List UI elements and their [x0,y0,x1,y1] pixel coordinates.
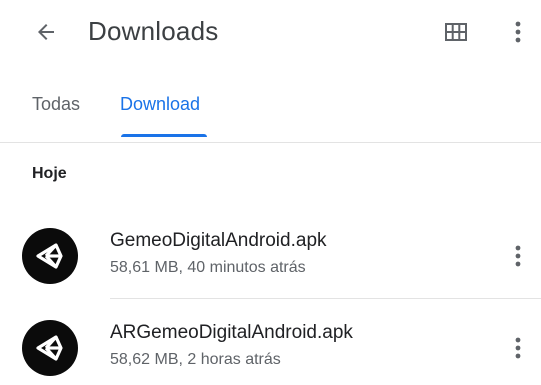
file-name: GemeoDigitalAndroid.apk [110,230,327,251]
grid-view-icon [445,23,467,41]
list-divider [110,298,541,299]
tab-todas[interactable]: Todas [32,92,80,116]
section-header-today: Hoje [32,165,67,182]
more-options-button[interactable] [506,14,530,50]
more-vert-icon [515,21,521,43]
downloads-screen: Downloads Todas Download Hoje GemeoDigit… [0,0,541,385]
more-vert-icon [515,245,521,267]
file-meta: 58,61 MB, 40 minutos atrás [110,259,306,276]
top-app-bar: Downloads [0,0,541,64]
item-more-button[interactable] [506,238,530,274]
item-more-button[interactable] [506,330,530,366]
unity-logo-icon [36,243,63,269]
back-button[interactable] [28,14,64,50]
file-icon [22,228,78,284]
file-icon [22,320,78,376]
unity-logo-icon [36,335,63,361]
arrow-back-icon [38,24,54,40]
tab-download[interactable]: Download [120,92,200,116]
page-title: Downloads [88,16,219,46]
grid-view-button[interactable] [441,17,471,47]
file-name: ARGemeoDigitalAndroid.apk [110,322,353,343]
list-item[interactable]: ARGemeoDigitalAndroid.apk 58,62 MB, 2 ho… [0,310,541,385]
file-meta: 58,62 MB, 2 horas atrás [110,351,281,368]
list-item[interactable]: GemeoDigitalAndroid.apk 58,61 MB, 40 min… [0,218,541,294]
tab-indicator [121,134,207,137]
tabs-divider [0,142,541,143]
more-vert-icon [515,337,521,359]
tab-bar: Todas Download [0,84,541,142]
